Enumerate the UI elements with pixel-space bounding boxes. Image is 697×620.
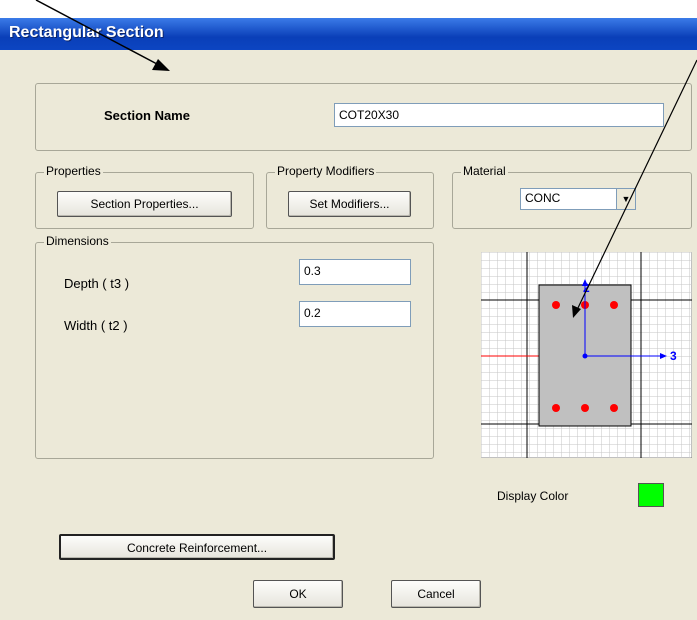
ok-button[interactable]: OK	[253, 580, 343, 608]
dimensions-legend: Dimensions	[44, 234, 111, 248]
depth-input[interactable]: 0.3	[299, 259, 411, 285]
chevron-down-icon[interactable]: ▼	[616, 189, 635, 209]
property-modifiers-group: Property Modifiers Set Modifiers...	[266, 164, 434, 229]
material-selected-value: CONC	[525, 191, 561, 205]
property-modifiers-legend: Property Modifiers	[275, 164, 377, 178]
section-name-label: Section Name	[104, 108, 190, 123]
depth-label: Depth ( t3 )	[64, 276, 130, 291]
section-properties-button[interactable]: Section Properties...	[57, 191, 232, 217]
display-color-swatch[interactable]	[638, 483, 664, 507]
material-group: Material CONC ▼	[452, 164, 692, 229]
dimensions-group: Dimensions Depth ( t3 ) 0.3 Width ( t2 )…	[35, 234, 434, 459]
axis-2-label: 2	[583, 281, 590, 295]
section-name-group: Section Name COT20X30	[35, 83, 692, 151]
cancel-button[interactable]: Cancel	[391, 580, 481, 608]
material-select[interactable]: CONC ▼	[520, 188, 636, 210]
width-input[interactable]: 0.2	[299, 301, 411, 327]
axis-3-label: 3	[670, 349, 677, 363]
title-bar[interactable]: Rectangular Section	[0, 18, 697, 50]
material-legend: Material	[461, 164, 508, 178]
set-modifiers-button[interactable]: Set Modifiers...	[288, 191, 411, 217]
width-label: Width ( t2 )	[64, 318, 128, 333]
properties-legend: Properties	[44, 164, 103, 178]
display-color-label: Display Color	[497, 489, 569, 503]
dialog-window: Rectangular Section Section Name COT20X3…	[0, 18, 697, 620]
properties-group: Properties Section Properties...	[35, 164, 254, 229]
section-preview: 2 3	[481, 252, 692, 458]
window-title: Rectangular Section	[9, 24, 164, 41]
section-name-input[interactable]: COT20X30	[334, 103, 664, 127]
concrete-reinforcement-button[interactable]: Concrete Reinforcement...	[59, 534, 335, 560]
